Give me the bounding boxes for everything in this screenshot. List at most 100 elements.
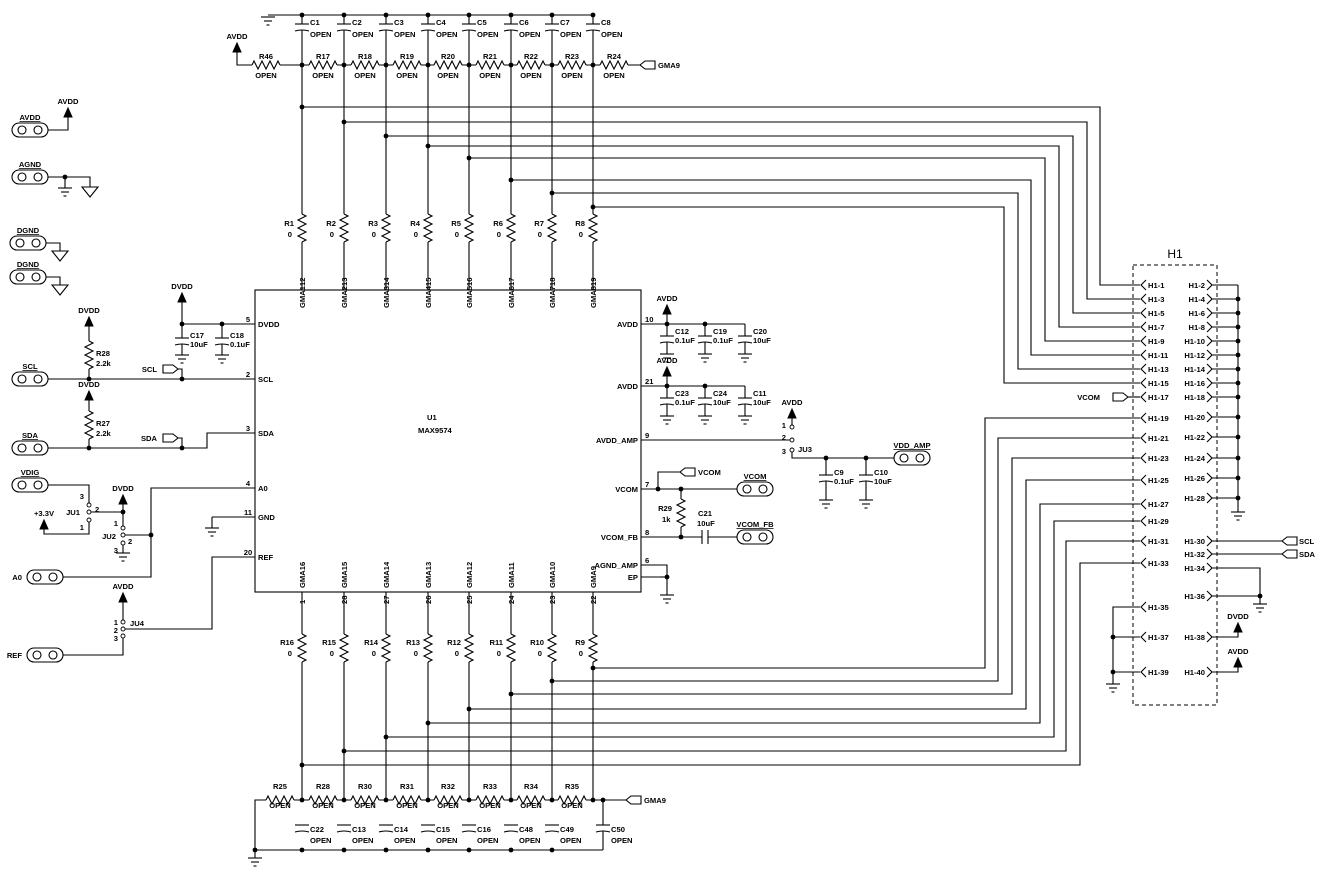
power-arrow-icon [177, 291, 187, 303]
pad-label: VDD_AMP [893, 441, 930, 450]
pad-hole [32, 572, 42, 582]
connector-pad[interactable] [736, 481, 774, 497]
pin-number: 8 [645, 528, 649, 537]
pin-number: 15 [424, 277, 433, 286]
jumper-pin [789, 447, 795, 453]
capacitor-bg [503, 24, 519, 30]
wire [46, 276, 61, 285]
jumper-ref: JU3 [798, 445, 812, 454]
header-pin-label: H1-2 [1189, 281, 1205, 290]
resistor-value: OPEN [269, 801, 291, 810]
resistor-value: 0 [579, 649, 583, 658]
wire [344, 121, 1140, 300]
connector-pad[interactable] [26, 647, 64, 663]
resistor-value: OPEN [561, 801, 583, 810]
junction-dot [508, 847, 514, 853]
connector-pad[interactable] [26, 569, 64, 585]
connector-pad[interactable] [11, 440, 49, 456]
cap-ref: C22 [310, 825, 324, 834]
resistor-ref: R29 [658, 504, 672, 513]
power-arrow-icon [787, 407, 797, 419]
connector-pad[interactable] [736, 529, 774, 545]
pad-outline [893, 450, 931, 466]
resistor-ref: R18 [358, 52, 372, 61]
junction-dot [466, 847, 472, 853]
header-pin-label: H1-18 [1184, 393, 1205, 402]
wire [657, 471, 680, 489]
header-pin-chevron-icon [1206, 363, 1213, 375]
header-pin-chevron-icon [1206, 377, 1213, 389]
net-flag-icon [162, 433, 179, 443]
junction-dot [383, 847, 389, 853]
capacitor-bg [378, 24, 394, 30]
connector-pad[interactable] [11, 122, 49, 138]
pin-number: 18 [548, 278, 557, 286]
header-pin-chevron-icon [1140, 412, 1147, 424]
pad-hole [31, 238, 41, 248]
header-pin-chevron-icon [1206, 548, 1213, 560]
cap-value: 0.1uF [713, 336, 733, 345]
pin-number: 14 [382, 277, 391, 286]
header-pin-label: H1-30 [1184, 537, 1205, 546]
jumper-pin [120, 525, 126, 531]
pad-hole [17, 374, 27, 384]
connector-pad[interactable] [11, 371, 49, 387]
cap-ref: C50 [611, 825, 625, 834]
header-pin-label: H1-34 [1184, 564, 1205, 573]
pin-name: GMA14 [382, 561, 391, 588]
pad-hole [899, 453, 909, 463]
cap-value: OPEN [601, 30, 623, 39]
pin-number: 5 [246, 315, 251, 324]
header-pin-label: H1-14 [1184, 365, 1205, 374]
pin-name: DVDD [258, 320, 280, 329]
power-label: AVDD [113, 582, 134, 591]
cap-ref: C4 [436, 18, 446, 27]
resistor-value: OPEN [396, 801, 418, 810]
connector-pad[interactable] [9, 235, 47, 251]
resistor-value: 0 [538, 649, 542, 658]
jumper-pin-number: 1 [114, 519, 119, 528]
pin-name: GMA6 [507, 286, 516, 308]
jumper-pin-number: 1 [782, 421, 787, 430]
wire [552, 437, 1140, 682]
capacitor-bg [818, 475, 834, 481]
cap-ref: C23 [675, 389, 689, 398]
header-pin-chevron-icon [1140, 452, 1147, 464]
connector-pad[interactable] [9, 269, 47, 285]
cap-value: 0.1uF [834, 477, 854, 486]
power-arrow-icon [1233, 656, 1243, 668]
pad-label: AVDD [20, 113, 41, 122]
header-pin-chevron-icon [1206, 472, 1213, 484]
pin-number: 11 [244, 508, 253, 517]
resistor-ref: R34 [524, 782, 539, 791]
net-flag-label: GMA9 [658, 61, 680, 70]
connector-pad[interactable] [11, 169, 49, 185]
capacitor-bg [737, 398, 753, 404]
connector-pad[interactable] [893, 450, 931, 466]
resistor-ref: R6 [493, 219, 503, 228]
connector-pad[interactable] [11, 477, 49, 493]
header-pin-label: H1-24 [1184, 454, 1205, 463]
pin-name: VCOM [615, 485, 638, 494]
capacitor-bg [294, 825, 310, 831]
resistor-value: 0 [330, 230, 334, 239]
header-pin-chevron-icon [1206, 293, 1213, 305]
pin-name: AGND_AMP [595, 561, 638, 570]
resistor-ref: R17 [316, 52, 330, 61]
power-label: +3.3V [34, 509, 55, 518]
wire [552, 192, 1140, 370]
pad-hole [17, 125, 27, 135]
header-pin-chevron-icon [1206, 391, 1213, 403]
capacitor-bg [702, 529, 708, 545]
power-arrow-icon [662, 303, 672, 315]
junction-dot [425, 847, 431, 853]
pad-label: SCL [22, 362, 38, 371]
pad-hole [15, 238, 25, 248]
junction-dot [299, 797, 305, 803]
capacitor-bg [697, 398, 713, 404]
pin-number: 28 [340, 596, 349, 604]
header-pin-chevron-icon [1140, 349, 1147, 361]
resistor-ref: R30 [358, 782, 372, 791]
header-pin-label: H1-36 [1184, 592, 1205, 601]
cap-ref: C18 [230, 331, 244, 340]
